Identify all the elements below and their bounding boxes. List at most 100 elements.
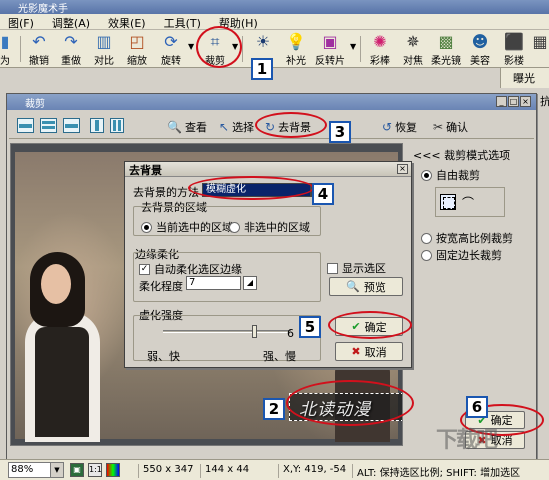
rb-cancel-button[interactable]: ✖ 取消 [335,342,403,361]
radio-icon [229,221,240,233]
undo-icon: ↶ [32,32,46,51]
region-unselected-option[interactable]: 非选中的区域 [229,219,310,235]
layout-horizontal-alt-icon[interactable] [63,118,80,133]
statusbar: 88% ▼ ▣ 1:1 550 x 347 144 x 44 X,Y: 419,… [0,459,549,480]
annotation-ellipse [196,26,242,68]
ratio-crop-option[interactable]: 按宽高比例裁剪 [421,230,513,246]
fill-light-icon: 💡 [286,32,306,51]
more-icon: ▦ [532,32,548,51]
confirm-tool[interactable]: ✂ 确认 [433,119,468,135]
menu-tools[interactable]: 工具(T) [156,14,211,30]
zoom-select[interactable]: 88% ▼ [8,462,64,478]
region-current-option[interactable]: 当前选中的区域 [141,219,233,235]
rb-title: 去背景 [129,164,162,177]
fixed-crop-option[interactable]: 固定边长裁剪 [421,247,502,263]
auto-soften-checkbox[interactable]: ✓ 自动柔化选区边缘 [139,261,242,277]
view-tool[interactable]: 🔍 查看 [167,119,207,135]
app-title: 光影魔术手 [18,4,68,15]
site-logo: 下载吧 [436,428,498,453]
rotate-dropdown-icon[interactable]: ▼ [188,42,194,51]
step-callout: 5 [299,316,321,338]
crop-titlebar: 裁剪 _ □ × [7,94,536,110]
minimize-button[interactable]: _ [496,96,507,107]
layout-horizontal-icon[interactable] [17,118,34,133]
right-panel-prefix: 抗 [540,95,549,108]
reversal-film-dropdown-icon[interactable]: ▼ [350,42,356,51]
checkbox-empty-icon [327,262,338,274]
menubar: 图(F) 调整(A) 效果(E) 工具(T) 帮助(H) [0,14,549,30]
color-wand-icon: ✺ [373,32,387,51]
exposure-tab[interactable]: 曝光 [513,70,535,86]
layout-horizontal-split-icon[interactable] [40,118,57,133]
magnifier-icon: 🔍 [346,280,360,293]
rotate-icon: ⟳ [164,32,178,51]
redo-button[interactable]: ↷ 重做 [54,32,88,67]
radio-icon [421,232,432,244]
toolbar-partial-button[interactable]: ▮ 为 [0,32,22,67]
blur-slider-track[interactable] [163,330,291,333]
step-callout: 3 [329,121,351,143]
radio-checked-icon [141,221,152,233]
close-button[interactable]: × [520,96,531,107]
maximize-button[interactable]: □ [508,96,519,107]
partial-icon: ▮ [0,32,10,51]
chevron-down-icon: ▼ [50,463,63,477]
color-palette-icon[interactable] [106,463,120,477]
fit-window-icon[interactable]: ▣ [70,463,84,477]
close-icon[interactable]: × [397,164,408,174]
compare-button[interactable]: ▥ 对比 [87,32,121,67]
step-callout: 1 [251,58,273,80]
resize-button[interactable]: ◰ 缩放 [120,32,154,67]
spinner-icon[interactable]: ◢ [243,276,257,290]
layout-vertical-icon[interactable] [90,118,104,133]
soften-level-input[interactable]: 7 [186,276,241,290]
menu-effects[interactable]: 效果(E) [100,14,156,30]
close-x-icon: ✖ [351,345,361,358]
select-tool[interactable]: ↖ 选择 [219,119,254,135]
magnifier-icon: 🔍 [167,120,182,134]
actual-size-button[interactable]: 1:1 [88,463,102,477]
rectangle-select-icon[interactable] [440,194,456,210]
step-callout: 2 [263,398,285,420]
studio-icon: ⬛ [504,32,524,51]
restore-tool[interactable]: ↺ 恢复 [382,119,417,135]
soft-lens-button[interactable]: ▩ 柔光镜 [429,32,463,67]
annotation-ellipse [328,311,412,339]
show-selection-checkbox[interactable]: 显示选区 [327,260,386,276]
toolbar-separator [242,36,243,62]
restore-icon: ↺ [382,120,393,134]
checkmark-icon: ✓ [139,263,150,275]
step-callout: 4 [312,183,334,205]
more-tools-button[interactable]: ▦ [530,32,549,66]
menu-file[interactable]: 图(F) [0,14,44,30]
resize-icon: ◰ [129,32,145,51]
studio-button[interactable]: ⬛ 影楼 [497,32,531,67]
status-hint: ALT: 保持选区比例; SHIFT: 增加选区 [352,464,520,479]
pointer-icon: ↖ [219,120,230,134]
radio-checked-icon [421,169,432,181]
beauty-icon: ☻ [471,32,489,51]
brightness-icon: ☀ [255,32,271,51]
color-wand-button[interactable]: ✺ 彩棒 [363,32,397,67]
cursor-position: X,Y: 419, -54 [278,464,346,478]
lasso-select-icon[interactable]: ⌒ [462,194,474,211]
reversal-film-button[interactable]: ▣ 反转片 [313,32,347,67]
free-crop-option[interactable]: 自由裁剪 [421,167,480,183]
radio-icon [421,249,432,261]
blur-strong-label: 强、慢 [263,350,296,363]
crop-mode-title[interactable]: <<< 裁剪模式选项 [413,147,510,163]
layout-vertical-split-icon[interactable] [110,118,124,133]
beauty-button[interactable]: ☻ 美容 [463,32,497,67]
menu-adjust[interactable]: 调整(A) [44,14,100,30]
focus-button[interactable]: ✵ 对焦 [396,32,430,67]
blur-value: 6 [287,327,294,340]
annotation-ellipse [286,380,414,426]
rotate-button[interactable]: ⟳ 旋转 [154,32,188,67]
rb-titlebar: 去背景 × [125,162,411,177]
fill-light-button[interactable]: 💡 补光 [279,32,313,67]
step-callout: 6 [466,396,488,418]
undo-button[interactable]: ↶ 撤销 [22,32,56,67]
blur-slider-thumb[interactable] [252,325,258,338]
compare-icon: ▥ [96,32,112,51]
preview-button[interactable]: 🔍 预览 [329,277,403,296]
